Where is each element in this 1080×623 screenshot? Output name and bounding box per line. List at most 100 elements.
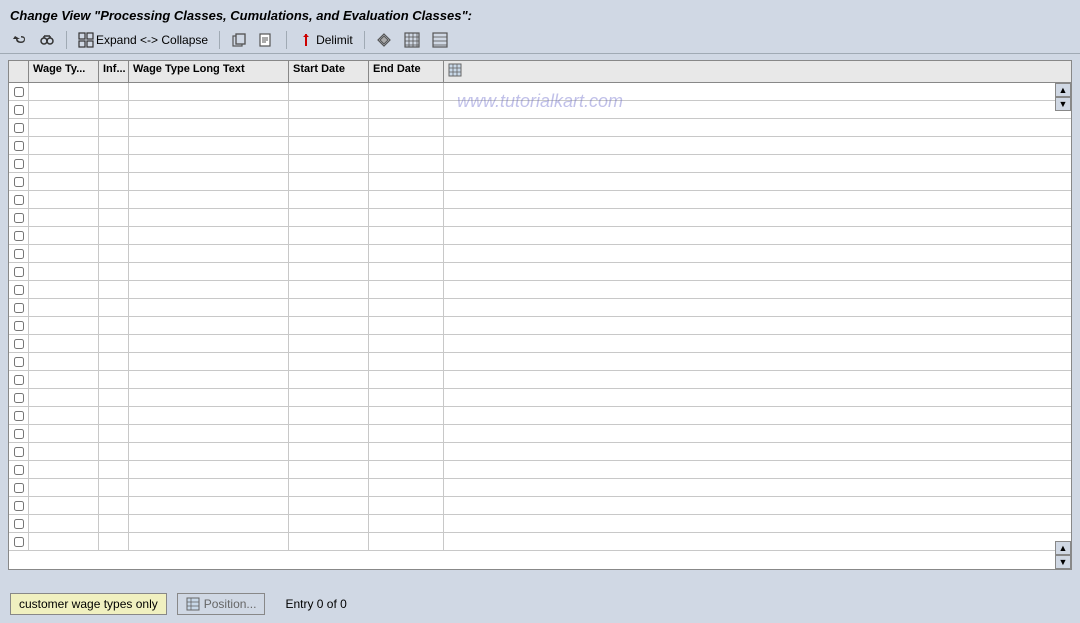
- row-checkbox[interactable]: [9, 443, 29, 460]
- table-cell: [129, 155, 289, 172]
- table-cell: [289, 479, 369, 496]
- window-title: Change View "Processing Classes, Cumulat…: [0, 0, 1080, 27]
- row-checkbox[interactable]: [9, 155, 29, 172]
- table-cell: [99, 425, 129, 442]
- find-button[interactable]: [36, 31, 58, 49]
- row-checkbox[interactable]: [9, 353, 29, 370]
- row-checkbox[interactable]: [9, 227, 29, 244]
- table-row[interactable]: [9, 119, 1071, 137]
- table-cell: [369, 137, 444, 154]
- table-row[interactable]: [9, 389, 1071, 407]
- table-row[interactable]: [9, 353, 1071, 371]
- table-cell: [289, 371, 369, 388]
- copy2-icon: [259, 32, 275, 48]
- row-checkbox[interactable]: [9, 317, 29, 334]
- table-cell: [29, 461, 99, 478]
- row-checkbox[interactable]: [9, 101, 29, 118]
- table-cell: [289, 353, 369, 370]
- table-row[interactable]: [9, 317, 1071, 335]
- row-checkbox[interactable]: [9, 191, 29, 208]
- table-cell: [29, 191, 99, 208]
- table-row[interactable]: [9, 533, 1071, 551]
- table-cell: [129, 209, 289, 226]
- row-checkbox[interactable]: [9, 371, 29, 388]
- table-row[interactable]: [9, 173, 1071, 191]
- scroll-down-button[interactable]: ▼: [1055, 97, 1071, 111]
- row-checkbox[interactable]: [9, 263, 29, 280]
- scroll-down-bottom-button[interactable]: ▼: [1055, 555, 1071, 569]
- copy-button[interactable]: [228, 31, 250, 49]
- expand-icon: [78, 32, 94, 48]
- table-row[interactable]: [9, 137, 1071, 155]
- table-row[interactable]: [9, 515, 1071, 533]
- delimit-button[interactable]: Delimit: [295, 31, 356, 49]
- row-checkbox[interactable]: [9, 173, 29, 190]
- table-row[interactable]: [9, 83, 1071, 101]
- table-cell: [289, 155, 369, 172]
- table-cell: [29, 407, 99, 424]
- table-row[interactable]: [9, 191, 1071, 209]
- diamond-button[interactable]: [373, 31, 395, 49]
- row-checkbox[interactable]: [9, 245, 29, 262]
- table-row[interactable]: [9, 281, 1071, 299]
- table-row[interactable]: [9, 227, 1071, 245]
- table-row[interactable]: [9, 155, 1071, 173]
- scroll-up-button[interactable]: ▲: [1055, 83, 1071, 97]
- table-cell: [29, 245, 99, 262]
- grid-button[interactable]: [401, 31, 423, 49]
- table-row[interactable]: [9, 335, 1071, 353]
- scroll-up-bottom-button[interactable]: ▲: [1055, 541, 1071, 555]
- position-button[interactable]: Position...: [177, 593, 266, 615]
- table-cell: [29, 137, 99, 154]
- row-checkbox[interactable]: [9, 281, 29, 298]
- table-cell: [289, 83, 369, 100]
- table-cell: [289, 119, 369, 136]
- table-row[interactable]: [9, 443, 1071, 461]
- table-row[interactable]: [9, 209, 1071, 227]
- row-checkbox[interactable]: [9, 479, 29, 496]
- row-checkbox[interactable]: [9, 209, 29, 226]
- row-checkbox[interactable]: [9, 299, 29, 316]
- row-checkbox[interactable]: [9, 497, 29, 514]
- row-checkbox[interactable]: [9, 389, 29, 406]
- table-row[interactable]: [9, 461, 1071, 479]
- table-row[interactable]: [9, 299, 1071, 317]
- column-settings-icon: [448, 63, 462, 77]
- row-checkbox[interactable]: [9, 407, 29, 424]
- table-row[interactable]: [9, 263, 1071, 281]
- table-cell: [369, 317, 444, 334]
- table-cell: [289, 245, 369, 262]
- table-cell: [129, 497, 289, 514]
- separator-1: [66, 31, 67, 49]
- row-checkbox[interactable]: [9, 83, 29, 100]
- row-checkbox[interactable]: [9, 137, 29, 154]
- row-checkbox[interactable]: [9, 533, 29, 550]
- table-cell: [99, 497, 129, 514]
- row-checkbox[interactable]: [9, 335, 29, 352]
- row-checkbox[interactable]: [9, 119, 29, 136]
- header-settings[interactable]: [444, 61, 466, 82]
- table-cell: [99, 227, 129, 244]
- table-row[interactable]: [9, 407, 1071, 425]
- table-row[interactable]: [9, 479, 1071, 497]
- entry-count: Entry 0 of 0: [285, 597, 346, 611]
- undo-button[interactable]: [8, 31, 30, 49]
- row-checkbox[interactable]: [9, 461, 29, 478]
- expand-collapse-button[interactable]: Expand <-> Collapse: [75, 31, 211, 49]
- table-cell: [129, 371, 289, 388]
- table-row[interactable]: [9, 371, 1071, 389]
- table-row[interactable]: [9, 497, 1071, 515]
- row-checkbox[interactable]: [9, 515, 29, 532]
- row-checkbox[interactable]: [9, 425, 29, 442]
- table-cell: [369, 461, 444, 478]
- data-grid: www.tutorialkart.com Wage Ty... Inf... W…: [8, 60, 1072, 570]
- customer-wage-types-button[interactable]: customer wage types only: [10, 593, 167, 615]
- table-row[interactable]: [9, 245, 1071, 263]
- scroll-arrows-top: ▲ ▼: [1055, 83, 1071, 111]
- list-button[interactable]: [429, 31, 451, 49]
- table-row[interactable]: [9, 425, 1071, 443]
- copy2-button[interactable]: [256, 31, 278, 49]
- table-cell: [289, 227, 369, 244]
- table-row[interactable]: [9, 101, 1071, 119]
- toolbar: Expand <-> Collapse: [0, 27, 1080, 54]
